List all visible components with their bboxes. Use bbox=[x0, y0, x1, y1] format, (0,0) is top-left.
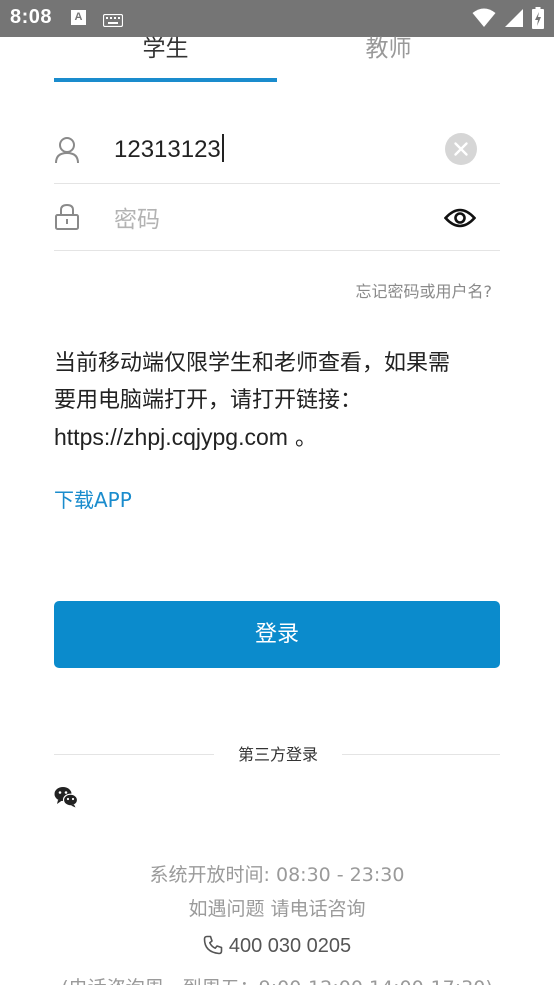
footer-phone-number: 400 030 0205 bbox=[228, 935, 352, 957]
login-button[interactable]: 登录 bbox=[54, 601, 500, 668]
tab-student[interactable]: 学生 bbox=[54, 37, 277, 82]
notice-url: https://zhpj.cqjypg.com bbox=[54, 424, 288, 450]
password-input[interactable]: 密码 bbox=[114, 200, 160, 234]
clear-icon[interactable] bbox=[445, 133, 477, 165]
notice-text: 当前移动端仅限学生和老师查看，如果需 要用电脑端打开，请打开链接： https:… bbox=[54, 345, 504, 457]
login-role-tabs: 学生 教师 bbox=[54, 37, 500, 82]
footer-open-hours: 系统开放时间: 08:30 - 23:30 bbox=[149, 864, 405, 886]
username-field[interactable]: 12313123 bbox=[54, 117, 500, 184]
forgot-password-link[interactable]: 忘记密码或用户名? bbox=[356, 278, 493, 302]
battery-icon bbox=[532, 7, 544, 33]
status-time: 8:08 bbox=[10, 6, 53, 28]
tab-teacher[interactable]: 教师 bbox=[277, 37, 500, 82]
password-field[interactable]: 密码 bbox=[54, 184, 500, 251]
third-party-login-label: 第三方登录 bbox=[237, 745, 318, 764]
footer-phone[interactable]: 400 030 0205 bbox=[0, 935, 554, 958]
tab-indicator bbox=[54, 78, 277, 82]
signal-icon bbox=[504, 8, 524, 32]
notification-a-icon: A bbox=[71, 10, 86, 25]
phone-icon bbox=[203, 935, 223, 955]
divider-left bbox=[54, 754, 214, 755]
keyboard-icon bbox=[102, 12, 124, 31]
wifi-icon bbox=[472, 8, 496, 32]
notice-line-2: 要用电脑端打开，请打开链接： bbox=[54, 388, 363, 413]
notice-line-1: 当前移动端仅限学生和老师查看，如果需 bbox=[54, 351, 451, 376]
footer-help: 如遇问题 请电话咨询 bbox=[188, 898, 366, 920]
status-bar: 8:08 A bbox=[0, 0, 554, 37]
footer-service-hours: (电话咨询周一到周五：9:00-12:00 14:00-17:30) bbox=[0, 973, 554, 985]
lock-icon bbox=[54, 203, 80, 235]
divider-right bbox=[342, 754, 500, 755]
user-icon bbox=[54, 136, 80, 168]
eye-icon[interactable] bbox=[443, 206, 477, 234]
wechat-icon[interactable] bbox=[54, 786, 79, 812]
download-app-link[interactable]: 下载APP bbox=[54, 484, 132, 513]
notice-suffix: 。 bbox=[287, 426, 317, 451]
username-input[interactable]: 12313123 bbox=[114, 134, 224, 164]
